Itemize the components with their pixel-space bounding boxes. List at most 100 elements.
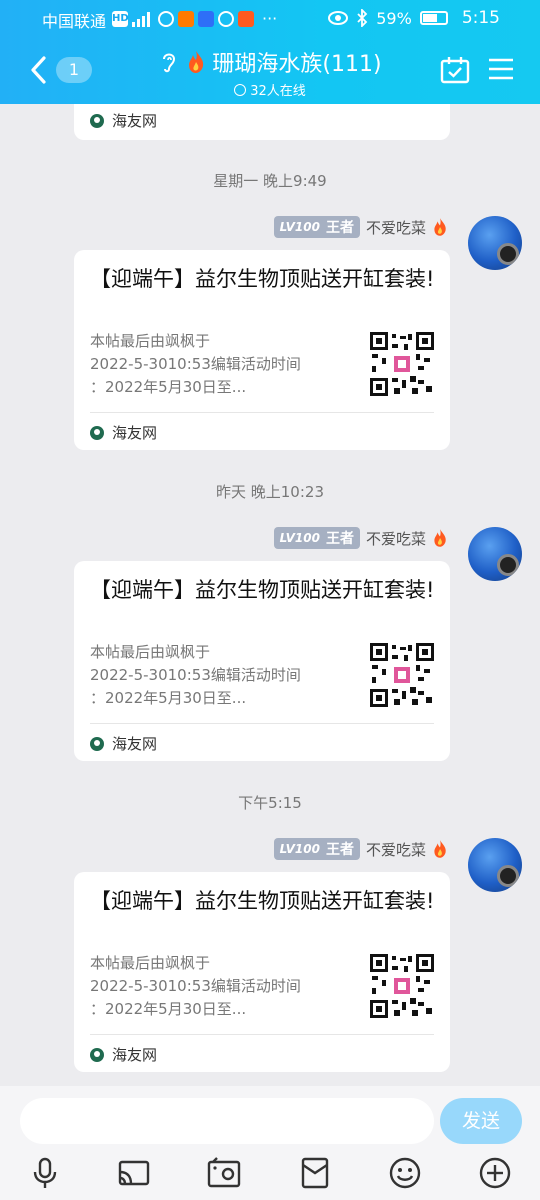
card-title: 【迎端午】益尔生物顶贴送开缸套装!	[90, 889, 435, 913]
link-card[interactable]: 【迎端午】益尔生物顶贴送开缸套装! 本帖最后由飒枫于 2022-5-3010:5…	[74, 250, 450, 450]
card-description: 本帖最后由飒枫于 2022-5-3010:53编辑活动时间 ：2022年5月30…	[90, 330, 330, 399]
header: 中国联通 HD ··· 59% 5:15 1 珊瑚海水族(111) 32人在线	[0, 0, 540, 104]
send-app-icon	[218, 10, 234, 27]
microphone-icon[interactable]	[28, 1156, 62, 1190]
level-label: LV100	[279, 842, 320, 856]
ear-icon	[163, 53, 176, 73]
timestamp: 昨天 晚上10:23	[216, 483, 324, 501]
avatar[interactable]	[468, 527, 522, 581]
source-label: 海友网	[112, 735, 158, 753]
card-divider	[90, 412, 434, 413]
card-description: 本帖最后由飒枫于 2022-5-3010:53编辑活动时间 ：2022年5月30…	[90, 952, 330, 1021]
card-title: 【迎端午】益尔生物顶贴送开缸套装!	[90, 267, 435, 291]
back-icon[interactable]	[26, 50, 52, 90]
title-area[interactable]: 珊瑚海水族(111) 32人在线	[130, 46, 410, 99]
card-source: 海友网	[90, 1044, 157, 1065]
qr-code-image	[370, 954, 434, 1018]
avatar[interactable]	[468, 216, 522, 270]
level-badge: LV100 王者	[273, 216, 360, 238]
desc-line: 2022-5-3010:53编辑活动时间	[90, 355, 301, 373]
flame-icon	[189, 51, 204, 73]
desc-line: 2022-5-3010:53编辑活动时间	[90, 666, 301, 684]
status-right: 59% 5:15	[328, 8, 500, 28]
timestamp: 星期一 晚上9:49	[213, 172, 327, 190]
unread-badge[interactable]: 1	[56, 57, 92, 83]
red-packet-icon[interactable]	[298, 1156, 332, 1190]
desc-line: ：2022年5月30日至...	[90, 1000, 247, 1018]
card-divider	[90, 1034, 434, 1035]
signal-icon	[132, 11, 150, 27]
menu-icon[interactable]	[488, 58, 514, 80]
card-divider	[90, 723, 434, 724]
desc-line: ：2022年5月30日至...	[90, 378, 247, 396]
rank-label: 王者	[325, 842, 354, 858]
carrier-label: 中国联通	[42, 12, 107, 31]
video-app-icon	[178, 10, 194, 27]
link-card-partial[interactable]: 海友网	[74, 104, 450, 140]
level-badge: LV100 王者	[273, 527, 360, 549]
chat-list[interactable]: 海友网 星期一 晚上9:49 LV100 王者 不爱吃菜 【迎端午】益尔生物顶贴…	[0, 104, 540, 1086]
desc-line: 本帖最后由飒枫于	[90, 954, 211, 972]
haiyou-logo-icon	[90, 113, 104, 128]
card-title: 【迎端午】益尔生物顶贴送开缸套装!	[90, 578, 435, 602]
eye-icon	[328, 11, 349, 25]
more-notifications-icon: ···	[262, 9, 278, 28]
flame-icon	[434, 529, 446, 547]
sender-row: LV100 王者 不爱吃菜	[273, 838, 448, 860]
book-app-icon	[238, 10, 254, 27]
title-bar: 1 珊瑚海水族(111) 32人在线	[0, 36, 540, 104]
rank-label: 王者	[325, 531, 354, 547]
haiyou-logo-icon	[90, 736, 104, 751]
clock: 5:15	[461, 8, 500, 28]
send-button[interactable]: 发送	[440, 1098, 522, 1144]
sender-name[interactable]: 不爱吃菜	[366, 839, 426, 860]
sender-row: LV100 王者 不爱吃菜	[273, 527, 448, 549]
source-label: 海友网	[112, 112, 158, 130]
card-source: 海友网	[90, 733, 157, 754]
plus-icon[interactable]	[478, 1156, 512, 1190]
desc-line: 2022-5-3010:53编辑活动时间	[90, 977, 301, 995]
emoji-icon[interactable]	[388, 1156, 422, 1190]
screen-share-icon[interactable]	[117, 1156, 151, 1190]
input-area: 发送	[0, 1086, 540, 1200]
level-badge: LV100 王者	[273, 838, 360, 860]
flame-icon	[434, 840, 446, 858]
source-label: 海友网	[112, 424, 158, 442]
timestamp: 下午5:15	[238, 794, 302, 812]
sender-row: LV100 王者 不爱吃菜	[273, 216, 448, 238]
haiyou-logo-icon	[90, 1047, 104, 1062]
online-count: 32人在线	[250, 84, 306, 99]
message-input[interactable]	[20, 1098, 434, 1144]
status-bar: 中国联通 HD ··· 59% 5:15	[0, 0, 540, 36]
level-label: LV100	[279, 220, 320, 234]
link-card[interactable]: 【迎端午】益尔生物顶贴送开缸套装! 本帖最后由飒枫于 2022-5-3010:5…	[74, 872, 450, 1072]
image-icon[interactable]	[207, 1156, 241, 1190]
sync-icon	[158, 10, 174, 27]
sender-name[interactable]: 不爱吃菜	[366, 217, 426, 238]
avatar[interactable]	[468, 838, 522, 892]
battery-percent: 59%	[376, 8, 412, 28]
hd-icon: HD	[112, 10, 129, 27]
level-label: LV100	[279, 531, 320, 545]
card-source: 海友网	[90, 110, 157, 131]
sender-name[interactable]: 不爱吃菜	[366, 528, 426, 549]
shield-app-icon	[198, 10, 214, 27]
desc-line: ：2022年5月30日至...	[90, 689, 247, 707]
calendar-check-icon[interactable]	[440, 56, 470, 84]
online-status-icon	[234, 83, 247, 96]
card-description: 本帖最后由飒枫于 2022-5-3010:53编辑活动时间 ：2022年5月30…	[90, 641, 330, 710]
bluetooth-icon	[357, 9, 368, 27]
rank-label: 王者	[325, 220, 354, 236]
qr-code-image	[370, 643, 434, 707]
source-label: 海友网	[112, 1046, 158, 1064]
flame-icon	[434, 218, 446, 236]
qr-code-image	[370, 332, 434, 396]
group-title: 珊瑚海水族(111)	[212, 52, 382, 77]
desc-line: 本帖最后由飒枫于	[90, 643, 211, 661]
battery-icon	[419, 11, 448, 25]
input-toolbar	[0, 1152, 540, 1196]
card-source: 海友网	[90, 422, 157, 443]
link-card[interactable]: 【迎端午】益尔生物顶贴送开缸套装! 本帖最后由飒枫于 2022-5-3010:5…	[74, 561, 450, 761]
desc-line: 本帖最后由飒枫于	[90, 332, 211, 350]
status-icons: HD ···	[112, 9, 277, 28]
